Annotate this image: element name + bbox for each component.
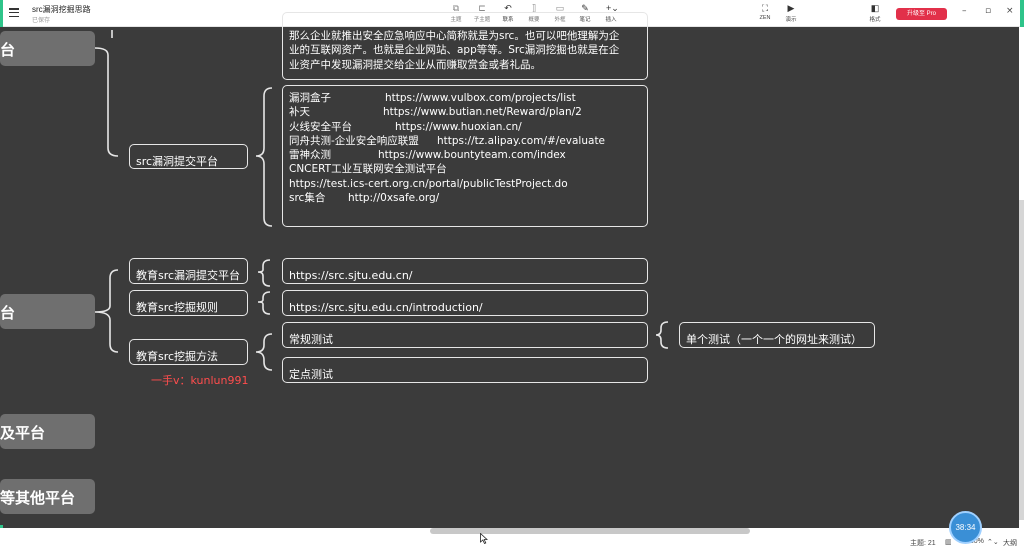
platform-list-node[interactable]: 漏洞盒子 https://www.vulbox.com/projects/list…: [282, 85, 648, 227]
brace-edu: [94, 269, 119, 353]
regular-test-node[interactable]: 常规测试: [282, 322, 648, 348]
upgrade-pro-button[interactable]: 升级至 Pro: [896, 8, 947, 20]
brace-submit-platform: [255, 87, 273, 227]
edu-submit-url-node[interactable]: https://src.sjtu.edu.cn/: [282, 258, 648, 284]
save-status: 已保存: [32, 18, 51, 24]
src-description-node[interactable]: 那么企业就推出安全应急响应中心简称就是为src。也可以吧他理解为企 业的互联网资…: [282, 12, 648, 80]
topic-count: 主题: 21: [910, 540, 936, 547]
close-icon[interactable]: ×: [1006, 6, 1014, 16]
brace-edu-submit: [257, 259, 271, 287]
menu-icon[interactable]: [9, 8, 19, 18]
format-button[interactable]: ◧ 格式: [862, 3, 888, 24]
src-submit-platform-node[interactable]: src漏洞提交平台: [129, 144, 248, 169]
vertical-scrollbar[interactable]: [1019, 200, 1024, 520]
single-test-node[interactable]: 单个测试（一个一个的网址来测试）: [679, 322, 875, 348]
zoom-stepper-icon[interactable]: ⌃⌄: [987, 538, 999, 546]
platform-line-bountyteam: 雷神众测 https://www.bountyteam.com/index: [289, 149, 566, 162]
document-title: src漏洞挖掘思路: [32, 5, 91, 14]
brace-edu-method: [255, 333, 273, 371]
topic-node-other-platform[interactable]: 及平台: [0, 414, 95, 449]
brace-platform: [94, 47, 119, 157]
brace-regular-test: [655, 321, 669, 349]
pitch-icon: ▶: [787, 3, 795, 13]
platform-line-vulbox: 漏洞盒子 https://www.vulbox.com/projects/list: [289, 92, 576, 104]
outline-button[interactable]: 大纲: [1003, 538, 1017, 548]
window-accent-left: [0, 0, 3, 27]
platform-line-butian: 补天 https://www.butian.net/Reward/plan/2: [289, 106, 582, 119]
format-panel-icon: ◧: [870, 3, 880, 13]
topic-node-more-platforms[interactable]: 等其他平台: [0, 479, 95, 514]
platform-line-ics-cert: https://test.ics-cert.org.cn/portal/publ…: [289, 177, 568, 190]
platform-line-huoxian: 火线安全平台 https://www.huoxian.cn/: [289, 120, 522, 133]
minimize-icon[interactable]: –: [962, 6, 967, 16]
zen-icon: ⛶: [761, 3, 769, 13]
edu-submit-platform-node[interactable]: 教育src漏洞提交平台: [129, 258, 248, 284]
zen-button[interactable]: ⛶ ZEN: [752, 3, 778, 22]
edu-method-node[interactable]: 教育src挖掘方法: [129, 339, 248, 365]
map-view-icon[interactable]: ▥: [945, 538, 952, 546]
platform-line-0xsafe: src集合 http://0xsafe.org/: [289, 192, 440, 205]
watermark-text: 一手v：kunlun991: [151, 374, 249, 387]
platform-line-cncert: CNCERT工业互联网安全测试平台: [289, 163, 447, 176]
recording-timer: 38:34: [949, 511, 982, 544]
edu-rules-node[interactable]: 教育src挖掘规则: [129, 290, 248, 316]
brace-edu-rules: [257, 291, 271, 315]
edu-rules-url-node[interactable]: https://src.sjtu.edu.cn/introduction/: [282, 290, 648, 316]
pitch-button[interactable]: ▶ 演示: [778, 3, 804, 24]
topic-node-edu-platform[interactable]: 台: [0, 294, 95, 329]
horizontal-scrollbar[interactable]: [430, 528, 750, 534]
mouse-cursor-icon: [480, 533, 488, 545]
fixed-point-test-node[interactable]: 定点测试: [282, 357, 648, 383]
topic-node-platform[interactable]: 台: [0, 31, 95, 66]
platform-line-alipay: 同舟共测-企业安全响应联盟 https://tz.alipay.com/#/eva…: [289, 134, 606, 147]
maximize-icon[interactable]: ▫: [985, 6, 991, 16]
